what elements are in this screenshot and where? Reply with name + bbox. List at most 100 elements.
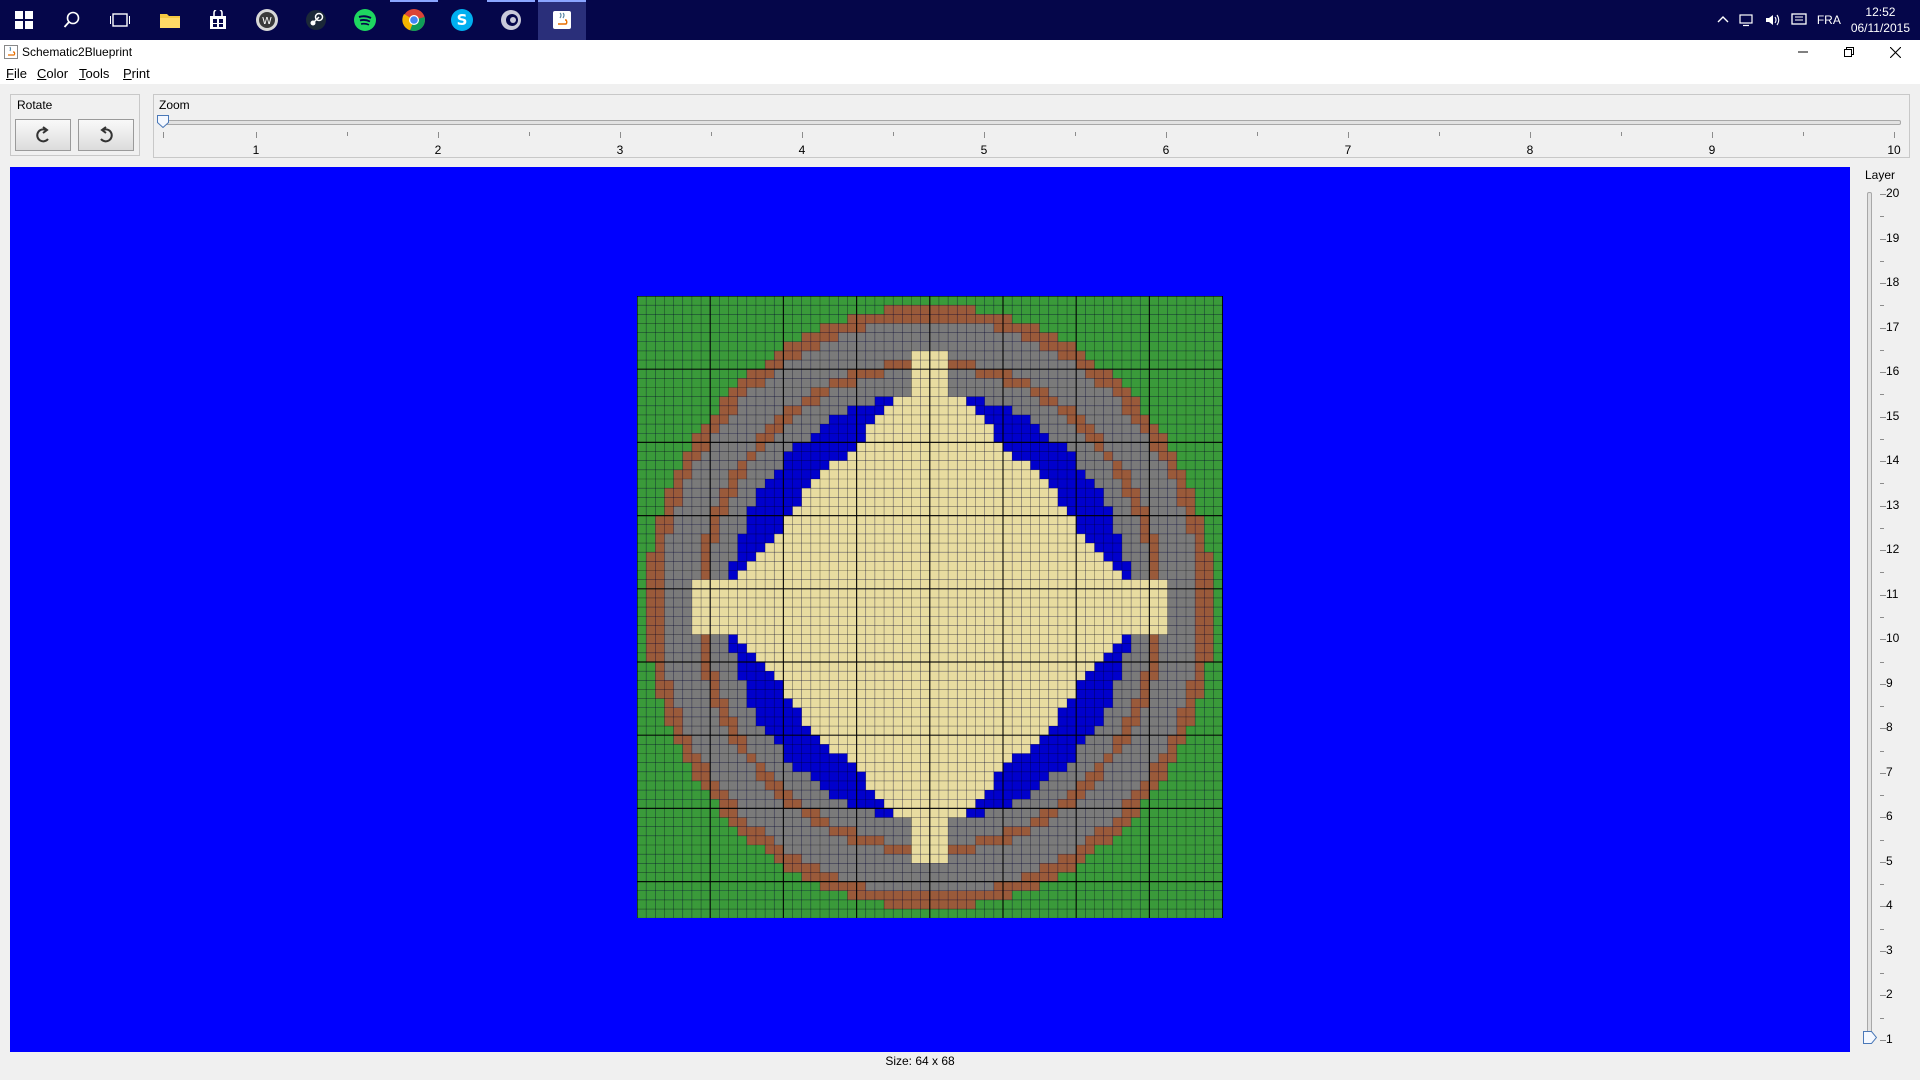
blueprint-grid[interactable] [637, 296, 1223, 919]
java-app-button[interactable] [538, 0, 586, 40]
blueprint-canvas[interactable] [10, 167, 1850, 1052]
sand-block [920, 561, 930, 571]
sand-block [874, 570, 885, 580]
sand-block [819, 726, 830, 736]
file-explorer-button[interactable] [146, 0, 194, 40]
grass-block [737, 360, 747, 370]
grass-block [1185, 433, 1196, 443]
stone-block [1030, 341, 1040, 351]
stone-block [691, 671, 702, 681]
grass-block [792, 890, 802, 900]
sand-block [1048, 643, 1058, 653]
layer-slider-track[interactable] [1867, 192, 1872, 1044]
stone-block [765, 460, 775, 470]
rotate-left-button[interactable] [15, 119, 71, 151]
language-indicator[interactable]: FRA [1817, 13, 1841, 27]
water-block [1112, 543, 1122, 553]
stone-block [682, 515, 692, 525]
stone-block [1167, 561, 1177, 571]
grass-block [682, 826, 692, 836]
menu-color[interactable]: Color [37, 66, 68, 81]
taskbar-app-10[interactable] [487, 0, 535, 40]
store-button[interactable] [194, 0, 242, 40]
sand-block [783, 652, 793, 662]
dirt-block [1067, 350, 1077, 361]
grass-block [993, 909, 1003, 919]
grass-block [1158, 780, 1168, 791]
rotate-right-button[interactable] [78, 119, 134, 151]
sand-block [902, 543, 912, 553]
grass-block [1112, 314, 1122, 324]
sand-block [902, 625, 912, 635]
stone-block [1158, 671, 1168, 681]
dirt-block [993, 314, 1003, 324]
stone-block [993, 808, 1003, 818]
sand-block [865, 762, 875, 772]
dirt-block [1140, 671, 1150, 681]
stone-block [719, 543, 729, 553]
stone-block [966, 323, 976, 333]
stone-block [1076, 826, 1086, 836]
stone-block [664, 652, 674, 662]
tray-expand[interactable] [1717, 15, 1729, 25]
water-block [1103, 671, 1113, 681]
grass-block [1213, 433, 1223, 443]
taskbar-app-5[interactable]: W [243, 0, 291, 40]
network-status[interactable] [1739, 13, 1755, 27]
task-view-button[interactable] [96, 0, 144, 40]
volume-control[interactable] [1765, 13, 1781, 27]
sand-block [1112, 634, 1122, 644]
grass-block [664, 442, 674, 452]
sand-block [1002, 597, 1013, 608]
start-button[interactable] [0, 0, 48, 40]
search-button[interactable] [48, 0, 96, 40]
stone-block [819, 350, 830, 361]
stone-block [737, 515, 747, 525]
grass-block [1176, 414, 1186, 425]
skype-button[interactable]: S [438, 0, 486, 40]
grass-block [874, 899, 885, 910]
stone-block [1076, 369, 1086, 379]
stone-block [701, 716, 711, 727]
water-block [1112, 643, 1122, 653]
chrome-button[interactable] [390, 0, 438, 40]
grass-block [1204, 771, 1214, 781]
sand-block [829, 716, 839, 727]
dirt-block [829, 881, 839, 891]
menu-file[interactable]: File [6, 66, 27, 81]
action-center[interactable] [1791, 13, 1807, 27]
grass-block [637, 341, 647, 351]
maximize-button[interactable] [1826, 40, 1872, 64]
stone-block [1103, 433, 1113, 443]
sand-block [710, 625, 720, 635]
menu-print[interactable]: Print [123, 66, 150, 81]
steam-button[interactable] [292, 0, 340, 40]
sand-block [819, 616, 830, 626]
sand-block [929, 698, 939, 708]
dirt-block [1048, 332, 1058, 342]
dirt-block [728, 469, 738, 479]
sand-block [975, 661, 985, 672]
sand-block [929, 597, 939, 608]
dirt-block [646, 652, 656, 662]
stone-block [1121, 424, 1132, 434]
grass-block [1103, 899, 1113, 910]
spotify-button[interactable] [341, 0, 389, 40]
menu-tools[interactable]: Tools [79, 66, 109, 81]
clock[interactable]: 12:52 06/11/2015 [1851, 4, 1910, 36]
sand-block [929, 424, 939, 434]
minimize-button[interactable] [1780, 40, 1826, 64]
dirt-block [856, 369, 866, 379]
grass-block [1195, 698, 1205, 708]
close-button[interactable] [1872, 40, 1918, 64]
grass-block [1021, 890, 1031, 900]
stone-block [1085, 460, 1095, 470]
grass-block [801, 305, 811, 315]
layer-slider-thumb[interactable] [1863, 1031, 1877, 1044]
dirt-block [673, 488, 683, 498]
grass-block [637, 826, 647, 836]
sand-block [819, 652, 830, 662]
stone-block [1103, 762, 1113, 772]
stone-block [838, 863, 848, 873]
stone-block [1094, 790, 1104, 800]
